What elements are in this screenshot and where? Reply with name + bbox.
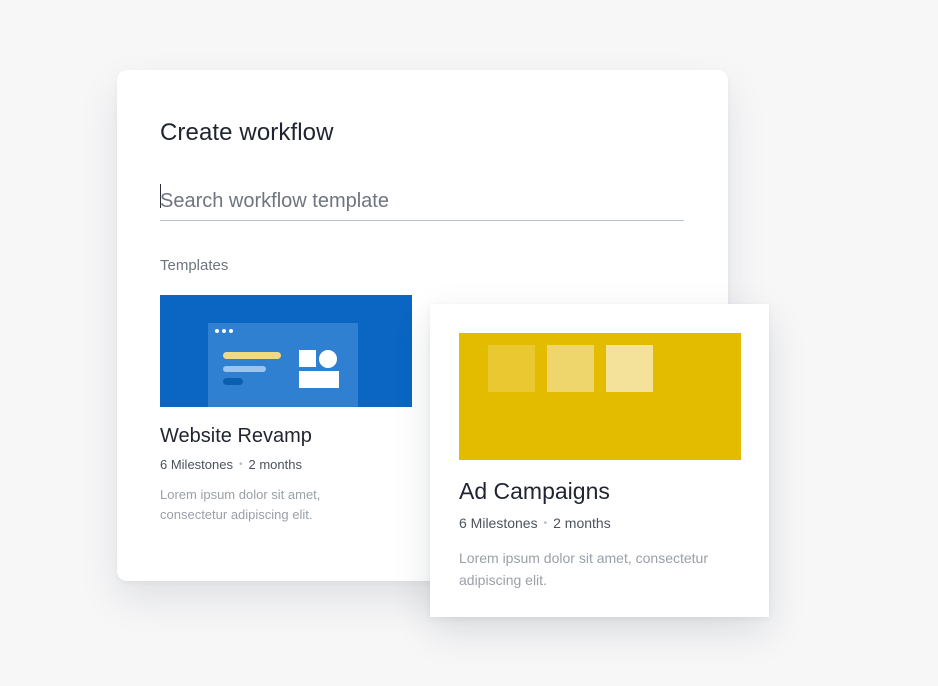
mock-bar-yellow: [223, 352, 281, 359]
ad-campaigns-thumbnail: [459, 333, 741, 460]
template-title: Website Revamp: [160, 425, 312, 447]
mock-bar-dark-blue: [223, 378, 243, 385]
duration: 2 months: [248, 457, 302, 472]
template-card-ad-campaigns[interactable]: Ad Campaigns 6 Milestones • 2 months Lor…: [430, 304, 769, 617]
color-tile: [606, 345, 653, 392]
meta-separator: •: [543, 517, 548, 529]
dialog-title: Create workflow: [160, 119, 334, 146]
template-title: Ad Campaigns: [459, 478, 610, 504]
search-input[interactable]: [160, 182, 684, 221]
milestones-count: 6 Milestones: [459, 515, 538, 531]
layout-mock-illustration: [208, 323, 358, 407]
meta-separator: •: [238, 459, 243, 470]
duration: 2 months: [553, 515, 611, 531]
text-caret: [160, 184, 161, 208]
window-dots-icon: [215, 329, 233, 333]
website-revamp-thumbnail: [160, 295, 412, 407]
mock-bar-light-blue: [223, 366, 266, 372]
mock-square-shape: [299, 350, 316, 367]
milestones-count: 6 Milestones: [160, 457, 233, 472]
template-description: Lorem ipsum dolor sit amet, consectetur …: [459, 550, 708, 588]
mock-rectangle-shape: [299, 371, 339, 388]
color-tile: [488, 345, 535, 392]
color-tile: [547, 345, 594, 392]
template-meta: 6 Milestones • 2 months: [459, 515, 611, 531]
template-description: Lorem ipsum dolor sit amet, consectetur …: [160, 487, 321, 522]
template-meta: 6 Milestones • 2 months: [160, 457, 302, 472]
templates-section-label: Templates: [160, 257, 229, 274]
mock-circle-shape: [319, 350, 337, 368]
